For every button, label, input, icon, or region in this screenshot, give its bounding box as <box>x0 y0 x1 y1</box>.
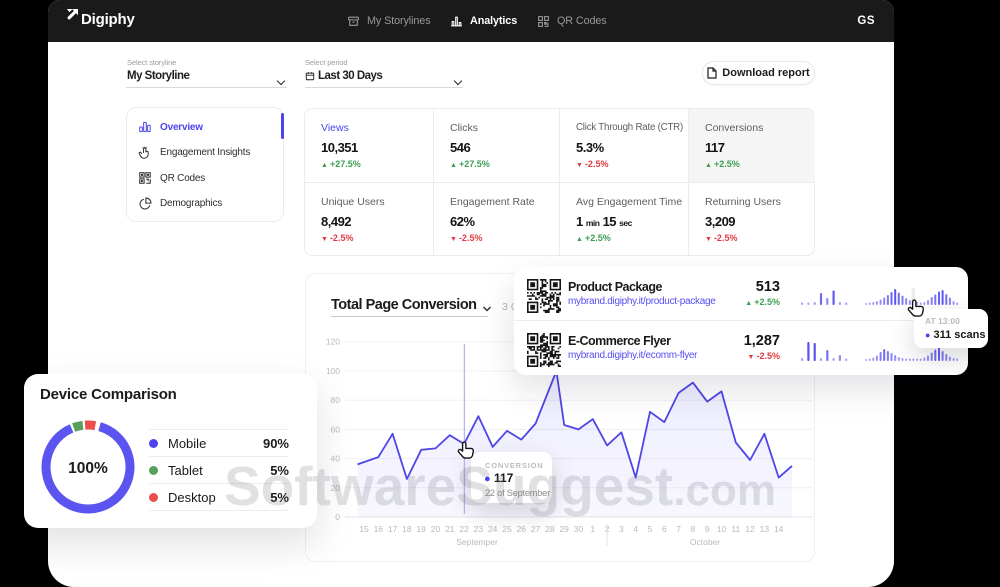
svg-text:20: 20 <box>431 524 441 534</box>
svg-text:0: 0 <box>335 512 340 522</box>
svg-text:7: 7 <box>676 524 681 534</box>
svg-text:21: 21 <box>445 524 455 534</box>
svg-text:100: 100 <box>326 366 340 376</box>
svg-text:23: 23 <box>474 524 484 534</box>
svg-text:14: 14 <box>774 524 784 534</box>
svg-text:9: 9 <box>705 524 710 534</box>
svg-text:27: 27 <box>531 524 541 534</box>
svg-text:16: 16 <box>374 524 384 534</box>
svg-text:4: 4 <box>633 524 638 534</box>
svg-text:24: 24 <box>488 524 498 534</box>
svg-text:20: 20 <box>331 483 341 493</box>
svg-text:19: 19 <box>416 524 426 534</box>
svg-text:28: 28 <box>545 524 555 534</box>
svg-text:15: 15 <box>359 524 369 534</box>
svg-text:October: October <box>690 537 720 547</box>
svg-text:8: 8 <box>691 524 696 534</box>
svg-text:100%: 100% <box>68 460 108 477</box>
svg-text:60: 60 <box>331 424 341 434</box>
svg-text:5: 5 <box>648 524 653 534</box>
svg-text:40: 40 <box>331 454 341 464</box>
svg-text:13: 13 <box>760 524 770 534</box>
svg-text:6: 6 <box>662 524 667 534</box>
svg-text:22: 22 <box>459 524 469 534</box>
svg-text:11: 11 <box>731 524 740 534</box>
svg-text:10: 10 <box>717 524 727 534</box>
svg-text:26: 26 <box>517 524 527 534</box>
svg-text:1: 1 <box>590 524 595 534</box>
svg-text:80: 80 <box>331 395 341 405</box>
svg-text:12: 12 <box>745 524 755 534</box>
svg-text:18: 18 <box>402 524 412 534</box>
svg-text:120: 120 <box>326 337 340 347</box>
svg-text:Septemper: Septemper <box>456 537 498 547</box>
svg-text:29: 29 <box>559 524 569 534</box>
svg-text:30: 30 <box>574 524 584 534</box>
svg-text:17: 17 <box>388 524 398 534</box>
svg-text:25: 25 <box>502 524 512 534</box>
svg-text:3: 3 <box>619 524 624 534</box>
